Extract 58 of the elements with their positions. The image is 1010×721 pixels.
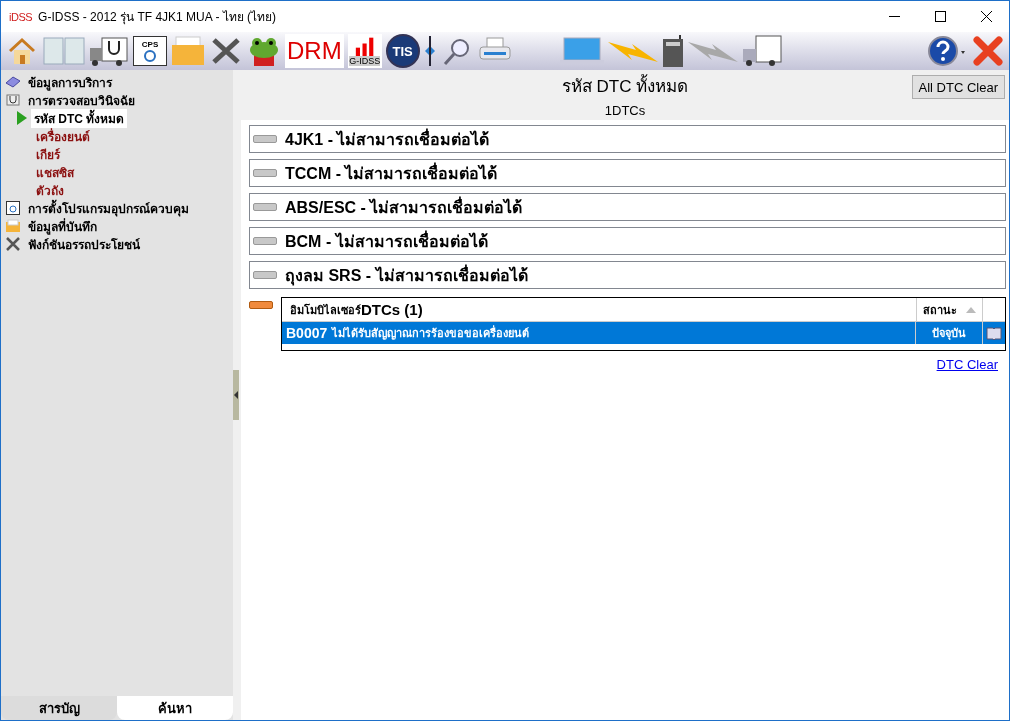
- tree-item[interactable]: รหัส DTC ทั้งหมด: [31, 108, 128, 128]
- tree-item[interactable]: การตรวจสอบวินิจฉัย: [25, 90, 138, 110]
- dtc-row[interactable]: B0007 ไม่ได้รับสัญญาณการร้องขอขอเครื่องยนต์ ปัจจุบัน: [282, 322, 1005, 344]
- window-title: G-IDSS - 2012 รุ่น TF 4JK1 MUA - ไทย (ไทย): [38, 9, 278, 26]
- interface-device-icon: [661, 35, 684, 67]
- all-dtc-clear-button[interactable]: All DTC Clear: [911, 75, 1005, 99]
- tree-item[interactable]: เครื่องยนต์: [33, 126, 93, 146]
- tree-item[interactable]: ข้อมูลที่บันทึก: [25, 216, 100, 236]
- module-panel[interactable]: ถุงลม SRS - ไม่สามารถเชื่อมต่อได้: [249, 261, 1006, 289]
- module-label: BCM - ไม่สามารถเชื่อมต่อได้: [285, 229, 488, 252]
- dtc-description: ไม่ได้รับสัญญาณการร้องขอขอเครื่องยนต์: [332, 324, 530, 342]
- module-panel[interactable]: BCM - ไม่สามารถเชื่อมต่อได้: [249, 227, 1006, 255]
- exit-button[interactable]: [971, 34, 1005, 68]
- module-panel[interactable]: 4JK1 - ไม่สามารถเชื่อมต่อได้: [249, 125, 1006, 153]
- truck-icon: [741, 35, 782, 67]
- cps-button[interactable]: CPS: [133, 36, 167, 66]
- refresh-icon: [143, 48, 157, 63]
- tree-item[interactable]: ฟังก์ชันอรรถประโยชน์: [25, 234, 143, 254]
- maximize-icon: [934, 11, 946, 22]
- page-title: รหัส DTC ทั้งหมด: [561, 72, 689, 99]
- module-label: TCCM - ไม่สามารถเชื่อมต่อได้: [285, 161, 498, 184]
- chart-label: G-IDSS: [349, 56, 381, 66]
- drm-button[interactable]: DRM: [285, 34, 344, 68]
- tis-button[interactable]: TIS: [385, 34, 420, 68]
- tree-item[interactable]: ข้อมูลการบริการ: [25, 72, 115, 92]
- folder-icon: [5, 219, 21, 233]
- module-label: ถุงลม SRS - ไม่สามารถเชื่อมต่อได้: [285, 263, 528, 288]
- sidebar-tab[interactable]: สารบัญ: [1, 696, 117, 720]
- column-title: สถานะ: [923, 302, 957, 318]
- sidebar-tab[interactable]: ค้นหา: [117, 696, 233, 720]
- dtc-code: B0007: [286, 325, 328, 341]
- status-column-header[interactable]: สถานะ: [916, 298, 982, 321]
- module-panel[interactable]: TCCM - ไม่สามารถเชื่อมต่อได้: [249, 159, 1006, 187]
- diagnosis-button[interactable]: [89, 34, 129, 68]
- cps-icon: [5, 200, 21, 216]
- play-arrow-icon: [17, 111, 27, 125]
- app-logo: iDSS: [9, 10, 33, 23]
- dtc-status: ปัจจุบัน: [915, 322, 982, 344]
- help-button[interactable]: [927, 34, 967, 68]
- statistics-button[interactable]: G-IDSS: [347, 34, 382, 68]
- tree-item[interactable]: แชสซิส: [33, 162, 77, 182]
- module-label: ABS/ESC - ไม่สามารถเชื่อมต่อได้: [285, 195, 523, 218]
- minimize-icon: [888, 15, 900, 18]
- module-panel[interactable]: ABS/ESC - ไม่สามารถเชื่อมต่อได้: [249, 193, 1006, 221]
- tree-item[interactable]: เกียร์: [33, 144, 63, 164]
- module-label: 4JK1 - ไม่สามารถเชื่อมต่อได้: [285, 127, 490, 150]
- system-name: อิมโมบิไลเซอร์: [290, 302, 361, 318]
- manual-icon[interactable]: [986, 326, 1002, 340]
- close-icon: [980, 11, 992, 22]
- tree-item[interactable]: ตัวถัง: [33, 180, 67, 200]
- divider-arrow-icon: [423, 36, 436, 66]
- dtc-count: 1DTCs: [604, 103, 646, 118]
- dtc-group-title: DTCs (1): [361, 301, 423, 318]
- sort-arrow-icon: [966, 306, 976, 313]
- collapse-handle[interactable]: [233, 370, 239, 420]
- tree-item[interactable]: การตั้งโปรแกรมอุปกรณ์ควบคุม: [25, 198, 192, 218]
- collapse-arrow-icon: [233, 391, 239, 399]
- dtc-clear-link[interactable]: DTC Clear: [936, 357, 998, 372]
